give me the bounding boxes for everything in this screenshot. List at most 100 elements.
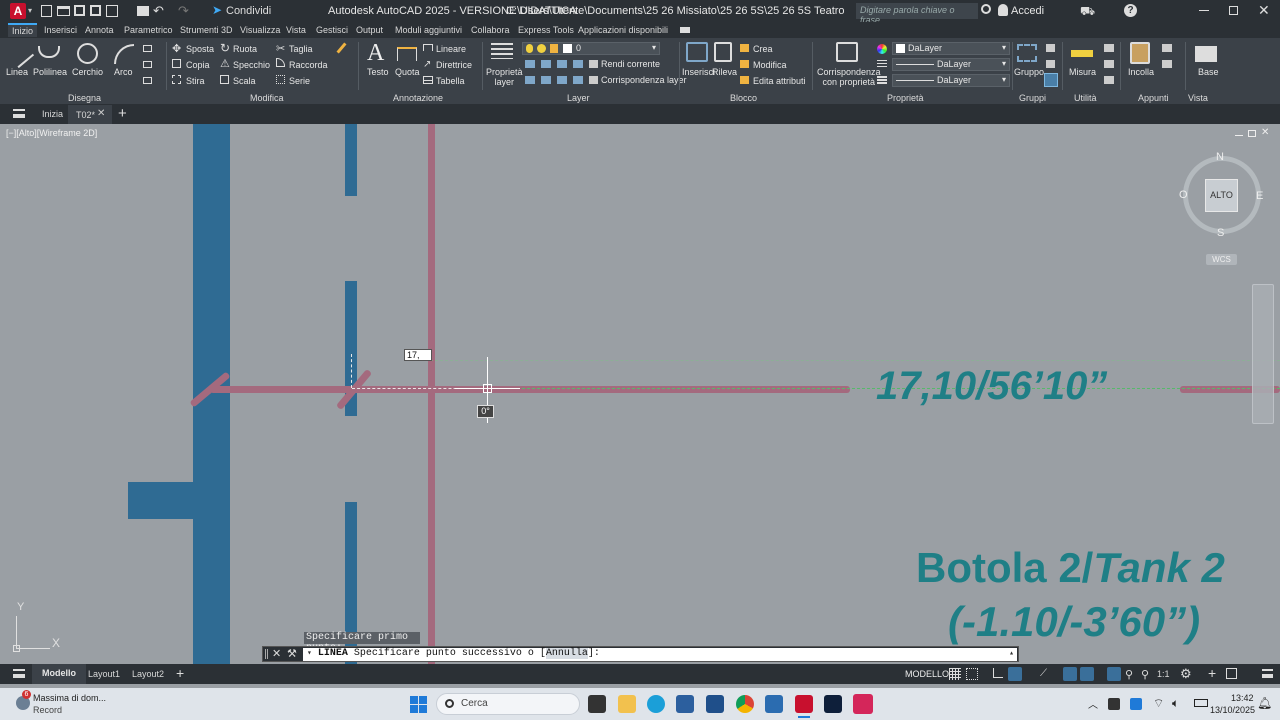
move-button[interactable]: Sposta	[186, 44, 214, 54]
chevron-up-icon[interactable]: ︿	[1088, 696, 1098, 711]
plus-icon[interactable]: +	[1208, 665, 1216, 681]
rotate-button[interactable]: Ruota	[233, 44, 257, 54]
copy-icon[interactable]	[172, 59, 181, 68]
navigation-bar[interactable]	[1252, 284, 1274, 424]
layer-tool-icon[interactable]	[557, 60, 567, 68]
isodraft-icon[interactable]: ⟋	[1040, 668, 1047, 679]
paste-button[interactable]: Incolla	[1128, 67, 1154, 77]
color-wheel-icon[interactable]	[877, 44, 887, 54]
measure-button[interactable]: Misura	[1069, 67, 1096, 77]
mirror-icon[interactable]: ⚠	[220, 57, 230, 70]
move-icon[interactable]: ✥	[172, 42, 181, 55]
rotate-icon[interactable]: ↻	[220, 41, 230, 55]
tab-annota[interactable]: Annota	[85, 25, 114, 35]
group-tool-icon[interactable]	[1046, 60, 1055, 68]
base-view-icon[interactable]	[1195, 46, 1217, 62]
chevron-up-icon[interactable]: ▴	[1009, 648, 1014, 658]
close-icon[interactable]: ✕	[1258, 2, 1270, 19]
linetype-icon[interactable]	[877, 60, 887, 68]
new-tab-icon[interactable]: +	[118, 105, 127, 122]
table-button[interactable]: Tabella	[436, 76, 465, 86]
arc-icon[interactable]	[114, 44, 134, 64]
rectangle-icon[interactable]	[143, 45, 152, 52]
table-icon[interactable]	[423, 76, 433, 84]
tab-document[interactable]: T02*	[68, 105, 112, 124]
annotation-scale-value[interactable]: 1:1	[1157, 669, 1170, 679]
layer-tool-icon[interactable]	[573, 76, 583, 84]
tab-visualizza[interactable]: Visualizza	[240, 25, 280, 35]
save-as-icon[interactable]	[90, 5, 101, 16]
make-current-button[interactable]: Rendi corrente	[601, 59, 660, 69]
snap-icon[interactable]	[966, 668, 978, 680]
user-icon[interactable]	[998, 4, 1008, 16]
tab-output[interactable]: Output	[356, 25, 383, 35]
clock-date[interactable]: 13/10/2025	[1210, 705, 1255, 715]
tab-model[interactable]: Modello	[32, 664, 86, 684]
array-button[interactable]: Serie	[289, 76, 310, 86]
dimension-button[interactable]: Quota	[395, 67, 420, 77]
properties-panel-title[interactable]: Proprietà	[887, 93, 924, 103]
detect-icon[interactable]	[714, 42, 732, 62]
chevron-down-icon[interactable]: ▾	[28, 6, 32, 15]
layer-tool-icon[interactable]	[541, 76, 551, 84]
annotation-scale-icon[interactable]: ⚲	[1125, 668, 1133, 681]
clock-time[interactable]: 13:42	[1231, 693, 1254, 703]
signin-button[interactable]: Accedi	[1011, 5, 1044, 17]
pencil-icon[interactable]	[336, 42, 347, 54]
mail-icon[interactable]	[765, 695, 783, 713]
match-layer-icon[interactable]	[589, 76, 598, 84]
battery-icon[interactable]	[1194, 699, 1208, 707]
search-box[interactable]: Digitare parola chiave o frase	[856, 3, 978, 25]
utility-tool-icon[interactable]	[1104, 76, 1114, 84]
tab-express-tools[interactable]: Express Tools	[518, 25, 574, 35]
circle-button[interactable]: Cerchio	[72, 67, 103, 77]
autocad-icon[interactable]	[795, 695, 813, 713]
draw-panel-title[interactable]: Disegna	[68, 93, 101, 103]
line-icon[interactable]	[5, 39, 35, 69]
hamburger-menu-icon[interactable]	[13, 109, 25, 118]
drawing-canvas[interactable]: [−][Alto][Wireframe 2D] 17, 0° 17,10/56’…	[0, 124, 1280, 664]
layer-properties-icon[interactable]	[491, 43, 513, 59]
layer-panel-title[interactable]: Layer	[567, 93, 590, 103]
search-icon[interactable]	[981, 4, 991, 14]
tab-start[interactable]: Inizia	[42, 109, 63, 119]
viewcube-east[interactable]: E	[1256, 190, 1263, 202]
file-explorer-icon[interactable]	[618, 695, 636, 713]
text-button[interactable]: Testo	[367, 67, 389, 77]
help-icon[interactable]: ?	[1124, 4, 1137, 17]
copy-button[interactable]: Copia	[186, 60, 210, 70]
linear-dim-button[interactable]: Lineare	[436, 44, 466, 54]
windows-start-icon[interactable]	[410, 696, 427, 713]
edit-panel-title[interactable]: Modifica	[250, 93, 284, 103]
view-panel-title[interactable]: Vista	[1188, 93, 1208, 103]
hamburger-menu-icon[interactable]	[13, 669, 25, 678]
volume-icon[interactable]: 🔈︎	[1172, 696, 1179, 711]
utility-tool-icon[interactable]	[1104, 60, 1114, 68]
annotation-panel-title[interactable]: Annotazione	[393, 93, 443, 103]
tab-vista[interactable]: Vista	[286, 25, 306, 35]
trim-icon[interactable]: ✂	[276, 42, 285, 55]
taskbar-search[interactable]: Cerca	[436, 693, 580, 715]
measure-icon[interactable]	[1071, 50, 1093, 57]
cart-icon[interactable]: ⛟	[1080, 4, 1095, 20]
chrome-icon[interactable]	[736, 695, 754, 713]
scale-icon[interactable]	[220, 75, 229, 84]
group-tool-icon[interactable]	[1046, 44, 1055, 52]
add-layout-icon[interactable]: +	[176, 665, 184, 681]
gear-icon[interactable]: ⚙	[1180, 666, 1192, 682]
group-button[interactable]: Gruppo	[1014, 67, 1044, 77]
layer-dropdown[interactable]: 0 ▾	[522, 42, 660, 55]
edit-block-icon[interactable]	[740, 60, 749, 68]
model-space-button[interactable]: MODELLO	[905, 669, 949, 679]
close-icon[interactable]: ✕	[272, 647, 281, 660]
viewport-restore-icon[interactable]	[1248, 130, 1256, 137]
match-layer-button[interactable]: Corrispondenza layer	[601, 75, 687, 85]
viewport-label[interactable]: [−][Alto][Wireframe 2D]	[6, 128, 97, 138]
autocad-alt-icon[interactable]	[706, 695, 724, 713]
mirror-button[interactable]: Specchio	[233, 60, 270, 70]
leader-icon[interactable]: ↗	[423, 59, 431, 70]
linear-dim-icon[interactable]	[423, 44, 433, 51]
table-draw-icon[interactable]	[143, 77, 152, 84]
create-block-icon[interactable]	[740, 44, 749, 52]
tab-collabora[interactable]: Collabora	[471, 25, 510, 35]
